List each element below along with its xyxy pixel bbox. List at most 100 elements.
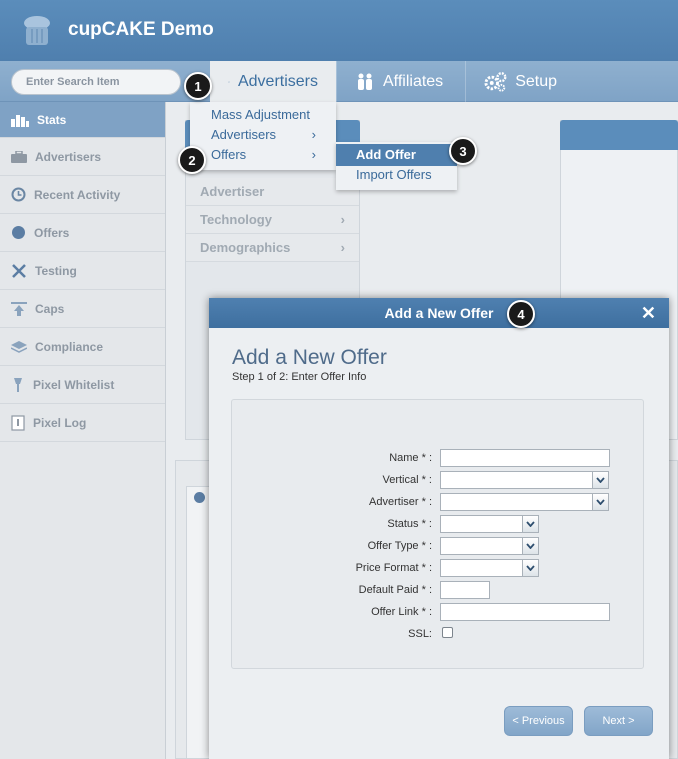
vertical-label: Vertical * : <box>382 474 432 486</box>
filter-advertiser[interactable]: Advertiser <box>186 178 359 206</box>
form-row-name: Name * : <box>232 449 645 469</box>
modal-title: Add a New Offer <box>384 305 494 321</box>
main-navbar: Enter Search Item Advertisers Affiliates… <box>0 61 678 102</box>
status-select[interactable] <box>440 515 539 533</box>
sidebar-item-caps[interactable]: Caps <box>0 290 165 328</box>
form-row-default-paid: Default Paid * : <box>232 581 645 601</box>
form-row-offer-link: Offer Link * : <box>232 603 645 623</box>
advertiser-label: Advertiser * : <box>369 496 432 508</box>
sidebar-item-label: Compliance <box>35 339 104 354</box>
menu-item-add-offer[interactable]: Add Offer <box>356 147 416 162</box>
chevron-right-icon: › <box>340 240 345 255</box>
form-row-offer-type: Offer Type * : <box>232 537 645 557</box>
compliance-icon <box>11 340 27 353</box>
sidebar-item-pixel-whitelist[interactable]: Pixel Whitelist <box>0 366 165 404</box>
chevron-right-icon: › <box>340 212 345 227</box>
sidebar-item-label: Caps <box>35 301 65 316</box>
name-field[interactable] <box>440 449 610 467</box>
advertisers-menu: Mass Adjustment Advertisers › Offers › <box>190 102 336 170</box>
menu-item-advertisers[interactable]: Advertisers <box>211 127 276 142</box>
tab-advertisers-label: Advertisers <box>237 72 318 90</box>
form-row-vertical: Vertical * : <box>232 471 645 491</box>
sidebar-item-label: Testing <box>35 263 77 278</box>
price-format-select[interactable] <box>440 559 539 577</box>
chevron-down-icon <box>592 493 609 511</box>
close-icon[interactable]: ✕ <box>641 303 656 324</box>
cupcake-logo-icon <box>24 16 50 45</box>
people-icon <box>358 73 372 90</box>
filter-label: Demographics <box>200 240 291 255</box>
offer-form: Name * : Vertical * : Advertiser * : Sta… <box>231 399 644 669</box>
form-row-price-format: Price Format * : <box>232 559 645 579</box>
sidebar-item-pixel-log[interactable]: Pixel Log <box>0 404 165 442</box>
grid-circle-icon <box>194 492 205 503</box>
step-badge-4: 4 <box>507 300 535 328</box>
briefcase-icon <box>11 150 27 163</box>
cap-icon <box>11 301 27 316</box>
app-header: cupCAKE Demo <box>0 0 678 61</box>
tab-advertisers[interactable]: Advertisers <box>210 61 336 102</box>
chevron-down-icon <box>522 537 539 555</box>
app-title: cupCAKE Demo <box>68 19 214 40</box>
offers-submenu: Add Offer Import Offers <box>336 142 457 190</box>
sidebar-item-label: Recent Activity <box>34 187 121 202</box>
log-icon <box>11 414 25 431</box>
offer-type-label: Offer Type * : <box>367 540 432 552</box>
filter-label: Technology <box>200 212 272 227</box>
sidebar-item-label: Pixel Log <box>33 415 87 430</box>
advertiser-select[interactable] <box>440 493 609 511</box>
ssl-checkbox[interactable] <box>442 627 453 638</box>
sidebar-item-offers[interactable]: Offers <box>0 214 165 252</box>
default-paid-field[interactable] <box>440 581 490 599</box>
price-format-label: Price Format * : <box>355 562 432 574</box>
form-row-advertiser: Advertiser * : <box>232 493 645 513</box>
chevron-right-icon: › <box>311 147 316 162</box>
filter-technology[interactable]: Technology › <box>186 206 359 234</box>
tab-setup-label: Setup <box>515 72 557 90</box>
chevron-down-icon <box>522 515 539 533</box>
modal-step-text: Step 1 of 2: Enter Offer Info <box>232 371 367 383</box>
offer-link-field[interactable] <box>440 603 610 621</box>
pixel-icon <box>14 377 22 392</box>
offer-type-select[interactable] <box>440 537 539 555</box>
tools-icon <box>12 263 26 278</box>
sidebar-item-testing[interactable]: Testing <box>0 252 165 290</box>
filter-label: Advertiser <box>200 184 265 199</box>
bar-chart-icon <box>11 114 29 127</box>
chevron-down-icon <box>522 559 539 577</box>
menu-item-offers[interactable]: Offers <box>211 147 246 162</box>
previous-button[interactable]: < Previous <box>504 706 573 736</box>
sidebar-item-label: Stats <box>37 112 67 127</box>
report-panel-header <box>560 120 678 150</box>
add-offer-modal: Add a New Offer ✕ Add a New Offer Step 1… <box>209 298 669 759</box>
tab-affiliates[interactable]: Affiliates <box>336 61 465 102</box>
status-label: Status * : <box>387 518 432 530</box>
sidebar-item-label: Pixel Whitelist <box>33 377 115 392</box>
menu-item-mass-adjustment[interactable]: Mass Adjustment <box>211 107 310 122</box>
chevron-right-icon: › <box>311 127 316 142</box>
search-input[interactable]: Enter Search Item <box>11 69 181 95</box>
tab-setup[interactable]: Setup <box>465 61 575 102</box>
tab-affiliates-label: Affiliates <box>383 72 444 90</box>
sidebar-item-compliance[interactable]: Compliance <box>0 328 165 366</box>
sidebar-item-label: Advertisers <box>35 149 102 164</box>
megaphone-icon <box>228 80 230 83</box>
sidebar: Stats Advertisers Recent Activity Offers… <box>0 102 166 759</box>
sidebar-item-advertisers[interactable]: Advertisers <box>0 138 165 176</box>
sidebar-item-stats[interactable]: Stats <box>0 102 165 138</box>
vertical-select[interactable] <box>440 471 609 489</box>
gears-icon <box>484 71 507 92</box>
ssl-label: SSL: <box>408 628 432 640</box>
sidebar-item-recent-activity[interactable]: Recent Activity <box>0 176 165 214</box>
name-label: Name * : <box>389 452 432 464</box>
filter-demographics[interactable]: Demographics › <box>186 234 359 262</box>
menu-item-import-offers[interactable]: Import Offers <box>356 167 432 182</box>
form-row-status: Status * : <box>232 515 645 535</box>
modal-heading: Add a New Offer <box>232 346 387 369</box>
chevron-down-icon <box>592 471 609 489</box>
offer-link-label: Offer Link * : <box>371 606 432 618</box>
clock-icon <box>11 187 26 202</box>
circle-icon <box>12 226 25 239</box>
step-badge-1: 1 <box>184 72 212 100</box>
next-button[interactable]: Next > <box>584 706 653 736</box>
